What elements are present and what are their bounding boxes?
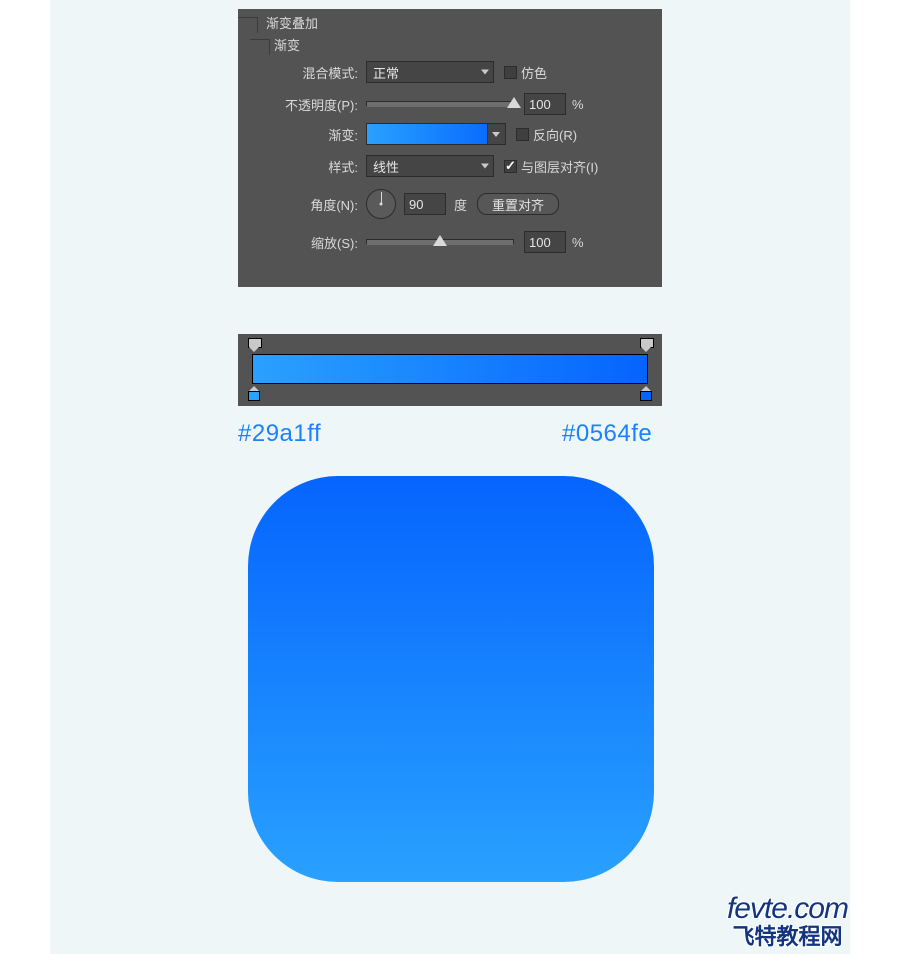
opacity-label: 不透明度(P): xyxy=(238,95,358,114)
scale-value: 100 xyxy=(529,235,551,250)
reset-alignment-label: 重置对齐 xyxy=(492,195,544,214)
gradient-row: 渐变: 反向(R) xyxy=(238,123,662,145)
dither-checkbox[interactable] xyxy=(504,66,517,79)
angle-value: 90 xyxy=(409,197,423,212)
panel-section-title: 渐变 xyxy=(274,35,300,54)
opacity-value-input[interactable]: 100 xyxy=(524,93,566,115)
align-with-layer-checkbox[interactable] xyxy=(504,160,517,173)
angle-value-input[interactable]: 90 xyxy=(404,193,446,215)
color-stop-right[interactable] xyxy=(640,386,652,400)
reverse-label: 反向(R) xyxy=(533,125,577,144)
reverse-checkbox[interactable] xyxy=(516,128,529,141)
panel-group-title: 渐变叠加 xyxy=(266,13,318,32)
color-stop-left-swatch xyxy=(248,391,260,401)
opacity-slider[interactable] xyxy=(366,101,514,107)
color-stop-left[interactable] xyxy=(248,386,260,400)
gradient-overlay-panel: 渐变叠加 渐变 混合模式: 正常 仿色 不透明度(P): 100 % xyxy=(238,9,662,287)
opacity-row: 不透明度(P): 100 % xyxy=(238,93,662,115)
gradient-bar[interactable] xyxy=(252,354,648,384)
angle-unit: 度 xyxy=(454,195,467,214)
panel-edge-decor xyxy=(238,17,258,33)
style-row: 样式: 线性 与图层对齐(I) xyxy=(238,155,662,177)
slider-thumb-icon xyxy=(433,235,447,246)
style-select[interactable]: 线性 xyxy=(366,155,494,177)
angle-label: 角度(N): xyxy=(238,195,358,214)
opacity-value: 100 xyxy=(529,97,551,112)
hex-label-left: #29a1ff xyxy=(238,420,321,448)
chevron-down-icon xyxy=(481,70,489,75)
slider-thumb-icon xyxy=(507,97,521,108)
gradient-swatch-picker[interactable] xyxy=(366,123,506,145)
opacity-stop-right[interactable] xyxy=(640,338,652,352)
align-with-layer-label: 与图层对齐(I) xyxy=(521,157,598,176)
watermark-line1: fevte.com xyxy=(727,893,848,925)
opacity-unit: % xyxy=(572,97,584,112)
opacity-stop-left[interactable] xyxy=(248,338,260,352)
dither-label: 仿色 xyxy=(521,63,547,82)
angle-row: 角度(N): 90 度 重置对齐 xyxy=(238,189,662,219)
panel-inner-edge-decor xyxy=(250,39,270,55)
angle-dial[interactable] xyxy=(366,189,396,219)
blend-mode-row: 混合模式: 正常 仿色 xyxy=(238,61,662,83)
scale-row: 缩放(S): 100 % xyxy=(238,231,662,253)
chevron-down-icon xyxy=(481,164,489,169)
reset-alignment-button[interactable]: 重置对齐 xyxy=(477,193,559,215)
scale-unit: % xyxy=(572,235,584,250)
style-label: 样式: xyxy=(238,157,358,176)
blend-mode-label: 混合模式: xyxy=(238,63,358,82)
blend-mode-select[interactable]: 正常 xyxy=(366,61,494,83)
result-preview-squircle xyxy=(248,476,654,882)
gradient-editor xyxy=(238,334,662,406)
scale-slider[interactable] xyxy=(366,239,514,245)
gradient-label: 渐变: xyxy=(238,125,358,144)
color-stop-right-swatch xyxy=(640,391,652,401)
hex-label-right: #0564fe xyxy=(562,420,652,448)
page-canvas: 渐变叠加 渐变 混合模式: 正常 仿色 不透明度(P): 100 % xyxy=(50,0,850,954)
gradient-dropdown-button[interactable] xyxy=(487,124,505,144)
watermark: fevte.com 飞特教程网 xyxy=(727,893,848,948)
blend-mode-value: 正常 xyxy=(373,63,399,82)
scale-value-input[interactable]: 100 xyxy=(524,231,566,253)
style-value: 线性 xyxy=(373,157,399,176)
watermark-line2: 飞特教程网 xyxy=(727,925,848,948)
scale-label: 缩放(S): xyxy=(238,233,358,252)
